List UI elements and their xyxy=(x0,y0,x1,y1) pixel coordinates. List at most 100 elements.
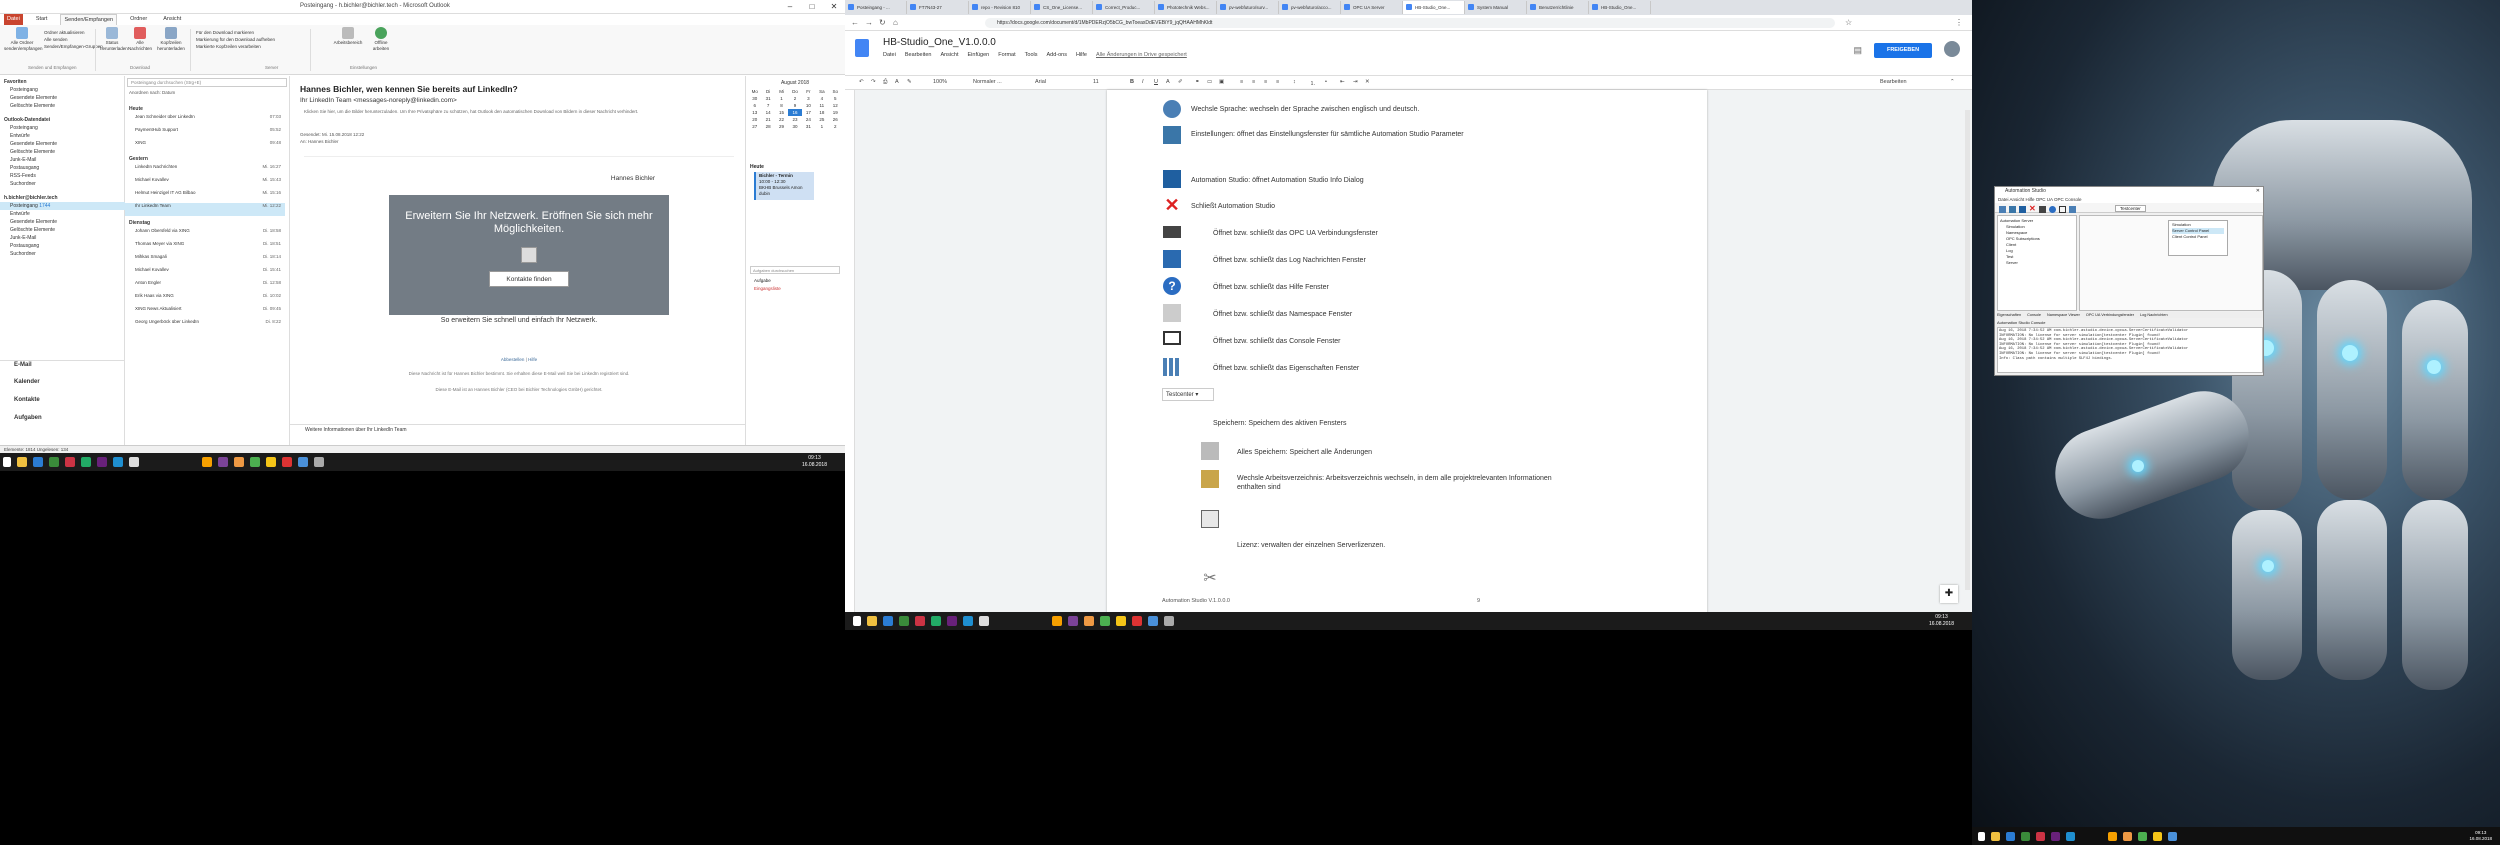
list-item[interactable]: Mihkas Smagali Di. 18:14 xyxy=(125,254,285,267)
bulleted-list-icon[interactable]: • xyxy=(1325,79,1327,85)
browser-tab[interactable]: HB-Studio_One... xyxy=(1403,1,1465,14)
toolbar-icon[interactable] xyxy=(2009,206,2016,213)
browser-tab[interactable]: Phototechnik Webs... xyxy=(1155,1,1217,14)
style-select[interactable]: Normaler ... xyxy=(973,79,1002,85)
calendar-day[interactable]: 15 xyxy=(775,109,788,116)
home-icon[interactable]: ⌂ xyxy=(893,18,898,27)
underline-icon[interactable]: U xyxy=(1154,79,1158,85)
list-item[interactable]: Thomas Meyer via XING Di. 18:51 xyxy=(125,241,285,254)
tab-senden-empfangen[interactable]: Senden/Empfangen xyxy=(60,14,118,25)
app-icon[interactable] xyxy=(1132,616,1142,626)
list-item[interactable]: Georg Ungerböck über LinkedIn Di. 8:22 xyxy=(125,319,285,332)
list-item[interactable]: Erik Haas via XING Di. 10:02 xyxy=(125,293,285,306)
italic-icon[interactable]: I xyxy=(1142,79,1144,85)
nav-item[interactable]: Postausgang xyxy=(0,164,125,172)
app-icon[interactable] xyxy=(314,457,324,467)
app-icon[interactable] xyxy=(1052,616,1062,626)
tab-start[interactable]: Start xyxy=(33,14,51,25)
browser-tab[interactable]: Benutzerrichtlinie xyxy=(1527,1,1589,14)
nav-item[interactable]: Entwürfe xyxy=(0,132,125,140)
calendar-day[interactable]: 10 xyxy=(802,102,815,109)
app-icon[interactable] xyxy=(979,616,989,626)
sort-label[interactable]: Anordnen nach: Datum xyxy=(129,90,175,95)
line-spacing-icon[interactable]: ↕ xyxy=(1293,79,1296,85)
app-icon[interactable] xyxy=(2168,831,2177,841)
spellcheck-icon[interactable]: A xyxy=(895,79,899,85)
tab-datei[interactable]: Datei xyxy=(4,14,23,25)
blocked-images-notice[interactable]: Klicken Sie hier, um die Bilder herunter… xyxy=(304,109,734,115)
indent-increase-icon[interactable]: ⇥ xyxy=(1353,79,1358,85)
forward-icon[interactable]: → xyxy=(865,18,873,27)
toolbar-icon[interactable] xyxy=(2059,206,2066,213)
visual-studio-icon[interactable] xyxy=(947,616,957,626)
search-input[interactable]: Posteingang durchsuchen (Strg+E) xyxy=(127,78,287,87)
calendar-day[interactable]: 18 xyxy=(815,109,828,116)
document-page[interactable]: Wechsle Sprache: wechseln der Sprache zw… xyxy=(1107,90,1707,620)
task-item[interactable]: Eingangsliste xyxy=(754,286,781,291)
explorer-icon[interactable] xyxy=(17,457,27,467)
tree-item[interactable]: Server xyxy=(2000,260,2074,266)
calendar-day[interactable]: 7 xyxy=(761,102,774,109)
nav-item[interactable]: Posteingang xyxy=(0,124,125,132)
app-icon[interactable] xyxy=(1116,616,1126,626)
mail-sender[interactable]: Ihr LinkedIn Team <messages-noreply@link… xyxy=(300,97,457,104)
visual-studio-icon[interactable] xyxy=(97,457,107,467)
edit-mode-select[interactable]: Bearbeiten xyxy=(1880,79,1907,85)
browser-tab[interactable]: Correct_Produc... xyxy=(1093,1,1155,14)
update-folder-button[interactable]: Ordner aktualisieren xyxy=(44,29,103,36)
close-icon[interactable]: ✕ xyxy=(2256,187,2263,196)
docs-logo-icon[interactable] xyxy=(855,39,869,57)
paint-format-icon[interactable]: ✎ xyxy=(907,79,912,85)
reload-icon[interactable]: ↻ xyxy=(879,18,886,27)
unsubscribe-link[interactable]: Abbestellen xyxy=(501,357,525,362)
nav-item[interactable]: Posteingang xyxy=(0,86,125,94)
bold-icon[interactable]: B xyxy=(1130,79,1134,85)
nav-calendar[interactable]: Kalender xyxy=(0,378,125,386)
outlook-icon[interactable] xyxy=(33,457,43,467)
browser-tab[interactable]: CS_One_License... xyxy=(1031,1,1093,14)
popup-item[interactable]: Client Control Panel xyxy=(2172,234,2224,240)
toolbar-icon[interactable] xyxy=(2039,206,2046,213)
firefox-icon[interactable] xyxy=(1084,616,1094,626)
calendar-day[interactable]: 9 xyxy=(788,102,801,109)
excel-icon[interactable] xyxy=(49,457,59,467)
app-icon[interactable] xyxy=(2153,831,2162,841)
download-headers-button[interactable]: Kopfzeilen herunterladen xyxy=(156,27,186,52)
app-icon[interactable] xyxy=(129,457,139,467)
menu-datei[interactable]: Datei xyxy=(883,52,896,58)
undo-icon[interactable]: ↶ xyxy=(859,79,864,85)
toolbar-icon[interactable] xyxy=(2019,206,2026,213)
browser-tab[interactable]: OPC UA Server xyxy=(1341,1,1403,14)
calendar-day[interactable]: 2 xyxy=(829,123,842,130)
menu-addons[interactable]: Add-ons xyxy=(1046,52,1067,58)
panel-tab[interactable]: OPC UA Verbindungsfenster xyxy=(2086,312,2134,318)
tab-ordner[interactable]: Ordner xyxy=(127,14,150,25)
calendar-day[interactable]: 22 xyxy=(775,116,788,123)
taskbar-clock[interactable]: 09:13 16.08.2018 xyxy=(1929,614,1954,628)
as-menubar[interactable]: Datei Ansicht Hilfe OPC UA OPC Console xyxy=(1995,196,2263,203)
indent-decrease-icon[interactable]: ⇤ xyxy=(1340,79,1345,85)
chrome-icon[interactable] xyxy=(2138,831,2147,841)
panel-tab[interactable]: Console xyxy=(2027,312,2041,318)
toolbar-icon[interactable] xyxy=(1999,206,2006,213)
list-item[interactable]: LinkedIn Nachrichten Mi. 16:27 xyxy=(125,164,285,177)
list-item-selected[interactable]: Ihr LinkedIn Team Mi. 12:22 xyxy=(125,203,285,216)
menu-hilfe[interactable]: Hilfe xyxy=(1076,52,1087,58)
nav-item[interactable]: RSS-Feeds xyxy=(0,172,125,180)
menu-format[interactable]: Format xyxy=(998,52,1015,58)
nav-contacts[interactable]: Kontakte xyxy=(0,396,125,404)
process-headers-button[interactable]: Markierte Kopfzeilen verarbeiten xyxy=(196,43,275,50)
highlight-icon[interactable]: ✐ xyxy=(1178,79,1183,85)
browser-tab[interactable]: Posteingang - ... xyxy=(845,1,907,14)
close-icon[interactable]: ✕ xyxy=(823,0,845,13)
calendar-day[interactable]: 8 xyxy=(775,102,788,109)
list-item[interactable]: XING News Aktualisiert Di. 09:45 xyxy=(125,306,285,319)
app-icon[interactable] xyxy=(298,457,308,467)
calendar-day[interactable]: 21 xyxy=(761,116,774,123)
account-header[interactable]: Outlook-Datendatei xyxy=(0,116,125,124)
calendar-day[interactable]: 23 xyxy=(788,116,801,123)
send-receive-groups-button[interactable]: Senden/Empfangen-Gruppen xyxy=(44,43,103,50)
calendar-day[interactable]: 4 xyxy=(815,95,828,102)
comments-icon[interactable]: ▤ xyxy=(1853,45,1862,56)
calendar-day[interactable]: 28 xyxy=(761,123,774,130)
